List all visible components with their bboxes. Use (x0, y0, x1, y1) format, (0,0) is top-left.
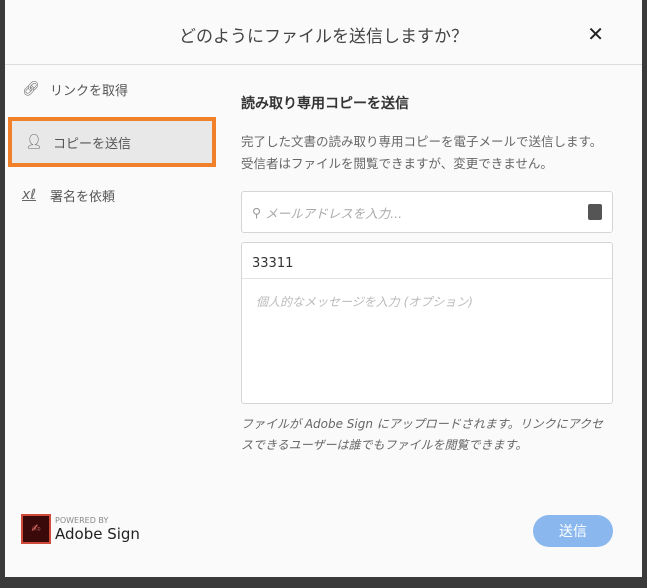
dialog-header: どのようにファイルを送信しますか？ ✕ (5, 0, 642, 65)
message-box: 33311 個人的なメッセージを入力 (オプション) (241, 242, 613, 404)
description: 完了した文書の読み取り専用コピーを電子メールで送信します。受信者はファイルを閲覧… (241, 134, 603, 171)
adobe-sign-logo: ✍ POWERED BY Adobe Sign (21, 514, 140, 544)
email-input[interactable]: ⚲ メールアドレスを入力... (241, 191, 613, 233)
link-icon: 🔗︎ (22, 81, 40, 97)
email-placeholder: メールアドレスを入力... (265, 205, 403, 221)
sidebar-item-label: リンクを取得 (50, 83, 129, 99)
close-icon[interactable]: ✕ (587, 22, 604, 46)
dialog-title: どのようにファイルを送信しますか？ (179, 27, 468, 47)
sidebar-item-label: 署名を依頼 (50, 189, 116, 205)
adobe-sign-icon: ✍ (21, 514, 51, 544)
search-icon: ⚲ (252, 204, 262, 220)
signature-icon: xℓ (22, 187, 37, 203)
send-button[interactable]: 送信 (533, 515, 613, 547)
upload-note: ファイルが Adobe Sign にアップロードされます。リンクにアクセスできる… (241, 417, 603, 452)
sidebar-item-send-copy[interactable]: 👤︎ コピーを送信 (8, 117, 216, 167)
sidebar: 🔗︎ リンクを取得 👤︎ コピーを送信 xℓ 署名を依頼 (5, 65, 220, 219)
section-heading: 読み取り専用コピーを送信 (241, 96, 409, 112)
message-input[interactable]: 個人的なメッセージを入力 (オプション) (242, 279, 612, 324)
powered-by: POWERED BY (55, 515, 109, 525)
address-book-icon[interactable] (588, 204, 602, 220)
sidebar-item-get-link[interactable]: 🔗︎ リンクを取得 (5, 65, 220, 113)
send-dialog: どのようにファイルを送信しますか？ ✕ 🔗︎ リンクを取得 👤︎ コピーを送信 xℓ… (5, 0, 642, 577)
sidebar-item-request-signature[interactable]: xℓ 署名を依頼 (5, 171, 220, 219)
brand-name: Adobe Sign (55, 524, 140, 543)
subject-input[interactable]: 33311 (242, 243, 612, 279)
sidebar-item-label: コピーを送信 (53, 136, 132, 152)
user-add-icon: 👤︎ (25, 134, 43, 150)
main-panel: 読み取り専用コピーを送信 完了した文書の読み取り専用コピーを電子メールで送信しま… (241, 65, 613, 456)
